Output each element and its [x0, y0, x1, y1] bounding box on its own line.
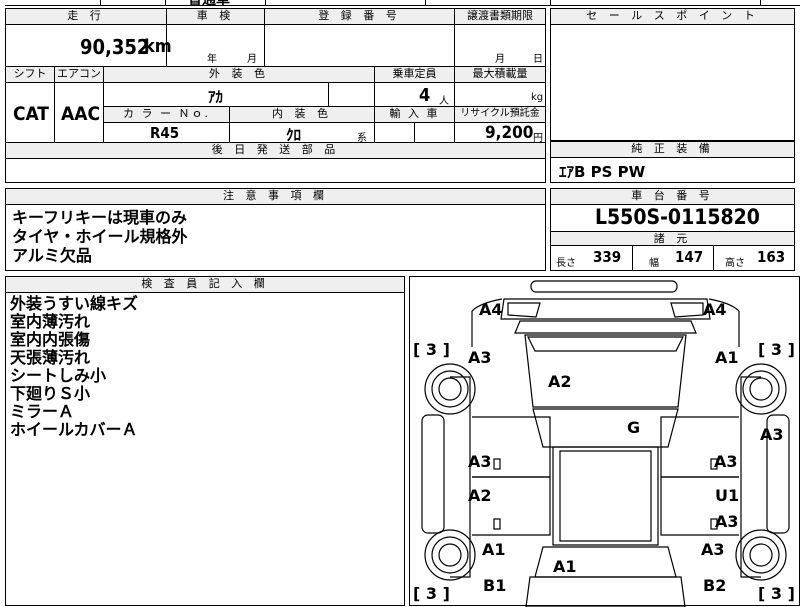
damage-mark: A3: [715, 512, 739, 531]
capacity-header: 乗車定員: [375, 67, 455, 83]
inspection-month-label: 月: [247, 54, 257, 65]
shift-header: シフト: [6, 67, 55, 83]
inspection-cell: 年 月: [167, 25, 265, 67]
interior-color-header: 内 装 色: [230, 107, 375, 123]
car-diagram: [ 3 ] [ 3 ] [ 3 ] [ 3 ] A4 A4 A3 A1 A2 G…: [409, 276, 800, 607]
transfer-month-label: 月: [495, 54, 505, 65]
color-no-value: R45: [150, 124, 180, 142]
mileage-cell: 90,352 km: [6, 25, 172, 67]
mileage-value: 90,352: [80, 35, 150, 59]
inspector-line: 室内薄汚れ: [10, 312, 91, 331]
damage-mark: A3: [468, 348, 492, 367]
spec-table: 走 行 車 検 登 録 番 号 譲渡書類期限 90,352 km 年 月 月 日…: [5, 8, 546, 183]
tread-right-rear: [ 3 ]: [758, 584, 795, 603]
aircon-cell: AAC: [55, 83, 104, 143]
length-value: 339: [593, 248, 622, 266]
chassis-header: 車 台 番 号: [551, 189, 794, 205]
damage-mark: G: [627, 418, 641, 437]
equipment-value: ｴｱB PS PW: [559, 163, 646, 181]
later-parts-header: 後 日 発 送 部 品: [6, 143, 545, 159]
transfer-cell: 月 日: [455, 25, 545, 67]
top-strip: 普通車: [5, 0, 800, 8]
exterior-color-header: 外 装 色: [104, 67, 375, 83]
color-no-header: カ ラ ー Ｎｏ.: [104, 107, 230, 123]
height-value: 163: [757, 248, 786, 266]
recycle-value: 9,200: [485, 123, 534, 143]
recycle-cell: 9,200 円: [455, 123, 545, 144]
registration-cell: [265, 25, 455, 67]
exterior-color-cell: ｱｶ: [104, 83, 329, 107]
inspector-line: 外装うすい線キズ: [10, 294, 139, 313]
capacity-unit: 人: [439, 96, 449, 107]
max-load-unit: kg: [531, 92, 544, 103]
damage-mark: A1: [553, 557, 577, 576]
interior-color-suffix: 系: [357, 133, 367, 144]
interior-color-value: ｸﾛ: [286, 126, 302, 144]
shift-value: CAT: [13, 103, 49, 125]
damage-mark: A2: [468, 486, 492, 505]
capacity-value: 4: [419, 85, 431, 106]
inspector-line: 下廻りＳ小: [10, 384, 91, 403]
damage-mark: A3: [714, 452, 738, 471]
notes-box: 注 意 事 項 欄 キーフリキーは現車のみ タイヤ・ホイール規格外 アルミ欠品: [5, 188, 546, 271]
notes-line: タイヤ・ホイール規格外: [12, 227, 188, 246]
chassis-value: L550S-0115820: [595, 205, 760, 229]
damage-mark: A3: [760, 425, 784, 444]
inspector-line: ホイールカバーＡ: [10, 420, 138, 439]
damage-mark: A2: [548, 372, 572, 391]
max-load-header: 最大積載量: [455, 67, 545, 83]
shift-cell: CAT: [6, 83, 55, 143]
damage-mark: A4: [479, 300, 503, 319]
equipment-header: 純 正 装 備: [551, 142, 794, 158]
equipment-box: 純 正 装 備 ｴｱB PS PW: [550, 141, 795, 183]
width-value: 147: [675, 248, 704, 266]
tread-left-rear: [ 3 ]: [413, 584, 450, 603]
inspection-year-label: 年: [207, 54, 217, 65]
notes-header: 注 意 事 項 欄: [6, 189, 545, 205]
inspector-line: 室内内張傷: [10, 330, 91, 349]
inspector-line: シートしみ小: [10, 366, 107, 385]
notes-line: キーフリキーは現車のみ: [12, 208, 188, 227]
length-label: 長さ: [556, 258, 576, 269]
inspector-line: 天張薄汚れ: [10, 348, 91, 367]
tread-right-front: [ 3 ]: [758, 340, 795, 359]
tread-left-front: [ 3 ]: [413, 340, 450, 359]
mileage-header: 走 行: [6, 9, 167, 25]
inspector-header: 検 査 員 記 入 欄: [6, 277, 404, 293]
damage-mark: A1: [482, 540, 506, 559]
car-outline-drawing: [421, 280, 790, 607]
damage-mark: A4: [703, 300, 727, 319]
inspector-line: ミラーＡ: [10, 402, 75, 421]
sales-point-header: セ ー ル ス ポ イ ン ト: [551, 9, 794, 25]
sales-point-box: セ ー ル ス ポ イ ン ト: [550, 8, 795, 141]
width-label: 幅: [649, 258, 659, 269]
damage-mark: A1: [715, 348, 739, 367]
recycle-unit: 円: [533, 133, 543, 144]
interior-color-cell: ｸﾛ 系: [230, 123, 375, 144]
inspection-header: 車 検: [167, 9, 265, 25]
damage-mark: A3: [468, 452, 492, 471]
max-load-cell: kg: [455, 83, 545, 107]
damage-mark: U1: [715, 486, 740, 505]
registration-header: 登 録 番 号: [265, 9, 455, 25]
damage-mark: B2: [703, 576, 727, 595]
recycle-header: リサイクル預託金: [455, 107, 545, 123]
chassis-box: 車 台 番 号 L550S-0115820 諸 元 長さ 339 幅 147 高…: [550, 188, 795, 271]
height-label: 高さ: [725, 258, 745, 269]
capacity-cell: 4 人: [375, 83, 455, 107]
color-no-cell: R45: [104, 123, 230, 143]
specs-header: 諸 元: [551, 231, 794, 246]
transfer-doc-header: 譲渡書類期限: [455, 9, 545, 25]
aircon-header: エアコン: [55, 67, 104, 83]
damage-mark: B1: [483, 576, 507, 595]
exterior-color-value: ｱｶ: [208, 88, 224, 106]
damage-mark: A3: [701, 540, 725, 559]
inspector-box: 検 査 員 記 入 欄 外装うすい線キズ 室内薄汚れ 室内内張傷 天張薄汚れ シ…: [5, 276, 405, 606]
import-header: 輸 入 車: [375, 107, 455, 123]
aircon-value: AAC: [61, 103, 101, 125]
transfer-day-label: 日: [533, 54, 543, 65]
notes-line: アルミ欠品: [12, 246, 92, 265]
